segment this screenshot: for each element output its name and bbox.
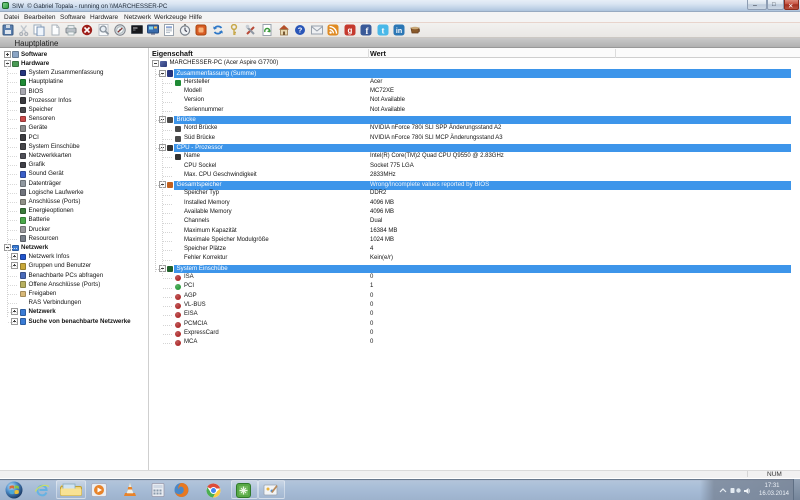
svg-text:in: in <box>396 28 402 35</box>
svg-text:g: g <box>347 26 352 35</box>
svg-text:t: t <box>381 26 384 36</box>
svg-text:?: ? <box>298 26 303 35</box>
